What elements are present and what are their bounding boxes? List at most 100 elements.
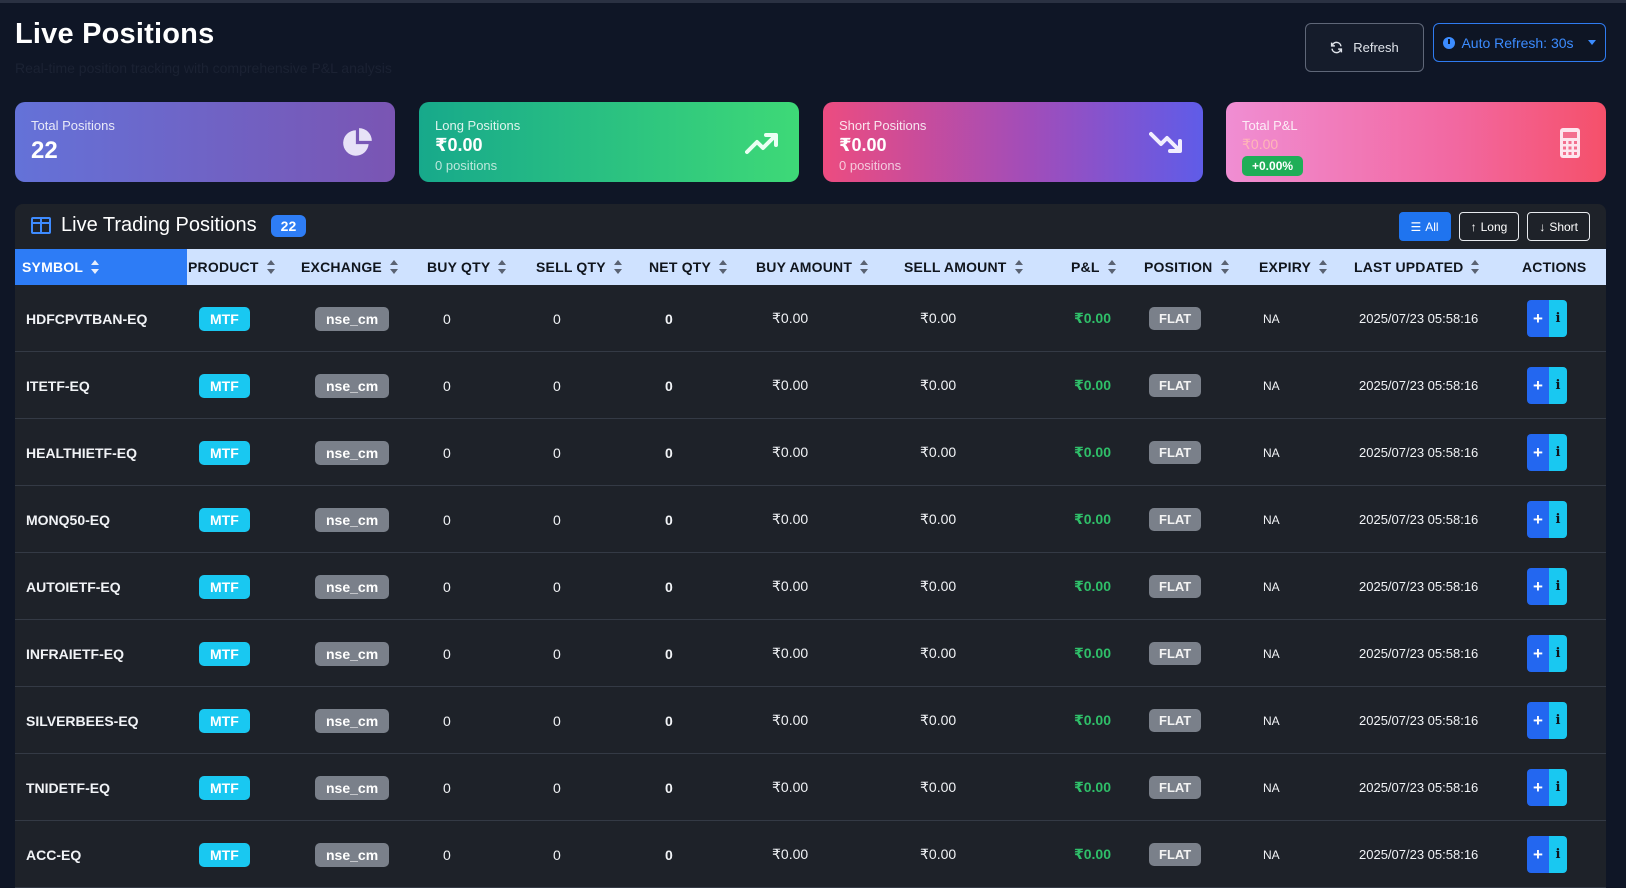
clock-icon bbox=[1443, 36, 1456, 49]
add-position-button[interactable]: + bbox=[1527, 434, 1549, 471]
info-button[interactable]: i bbox=[1549, 702, 1567, 739]
exchange-cell: nse_cm bbox=[315, 419, 390, 486]
column-header-position[interactable]: POSITION bbox=[1144, 249, 1229, 285]
column-label: SYMBOL bbox=[22, 259, 84, 275]
position-cell: FLAT bbox=[1149, 352, 1202, 419]
product-badge: MTF bbox=[199, 306, 250, 331]
symbol-cell: INFRAIETF-EQ bbox=[26, 620, 124, 687]
auto-refresh-dropdown[interactable]: Auto Refresh: 30s bbox=[1433, 23, 1606, 62]
info-button[interactable]: i bbox=[1549, 367, 1567, 404]
table-row[interactable]: SILVERBEES-EQ MTF nse_cm 0 0 0 ₹0.00 ₹0.… bbox=[15, 687, 1606, 754]
column-header-sell-amount[interactable]: SELL AMOUNT bbox=[904, 249, 1023, 285]
expiry-cell: NA bbox=[1263, 620, 1280, 687]
column-header-last-updated[interactable]: LAST UPDATED bbox=[1354, 249, 1480, 285]
column-header-net-qty[interactable]: NET QTY bbox=[649, 249, 728, 285]
expiry-cell: NA bbox=[1263, 486, 1280, 553]
add-position-button[interactable]: + bbox=[1527, 836, 1549, 873]
position-badge: FLAT bbox=[1149, 374, 1202, 397]
buy-qty-cell: 0 bbox=[443, 352, 451, 419]
column-header-exchange[interactable]: EXCHANGE bbox=[301, 249, 398, 285]
pnl-cell: ₹0.00 bbox=[1074, 285, 1111, 352]
table-row[interactable]: INFRAIETF-EQ MTF nse_cm 0 0 0 ₹0.00 ₹0.0… bbox=[15, 620, 1606, 687]
filter-long-button[interactable]: ↑ Long bbox=[1458, 212, 1520, 241]
add-position-button[interactable]: + bbox=[1527, 568, 1549, 605]
refresh-button[interactable]: Refresh bbox=[1305, 23, 1424, 72]
symbol-cell: AUTOIETF-EQ bbox=[26, 553, 121, 620]
symbol-cell: HEALTHIETF-EQ bbox=[26, 419, 137, 486]
buy-amount-cell: ₹0.00 bbox=[772, 687, 808, 754]
symbol-text: MONQ50-EQ bbox=[26, 511, 111, 528]
sell-qty-cell: 0 bbox=[553, 553, 561, 620]
add-position-button[interactable]: + bbox=[1527, 300, 1549, 337]
product-cell: MTF bbox=[199, 687, 250, 754]
info-button[interactable]: i bbox=[1549, 836, 1567, 873]
column-header-product[interactable]: PRODUCT bbox=[188, 249, 275, 285]
sell-qty-value: 0 bbox=[553, 712, 561, 729]
card-subtext: 0 positions bbox=[839, 158, 902, 173]
info-icon: i bbox=[1555, 713, 1561, 728]
info-button[interactable]: i bbox=[1549, 434, 1567, 471]
info-button[interactable]: i bbox=[1549, 300, 1567, 337]
sell-amount-value: ₹0.00 bbox=[920, 310, 957, 326]
info-button[interactable]: i bbox=[1549, 501, 1567, 538]
position-filters: ☰ All ↑ Long ↓ Short bbox=[1398, 212, 1590, 241]
table-row[interactable]: AUTOIETF-EQ MTF nse_cm 0 0 0 ₹0.00 ₹0.00… bbox=[15, 553, 1606, 620]
pnl-cell: ₹0.00 bbox=[1074, 486, 1111, 553]
last-updated-value: 2025/07/23 05:58:16 bbox=[1359, 713, 1479, 728]
add-position-button[interactable]: + bbox=[1527, 702, 1549, 739]
product-cell: MTF bbox=[199, 486, 250, 553]
column-header-sell-qty[interactable]: SELL QTY bbox=[536, 249, 622, 285]
column-header-pnl[interactable]: P&L bbox=[1071, 249, 1116, 285]
add-position-button[interactable]: + bbox=[1527, 635, 1549, 672]
sell-qty-cell: 0 bbox=[553, 754, 561, 821]
last-updated-cell: 2025/07/23 05:58:16 bbox=[1359, 419, 1478, 486]
buy-amount-value: ₹0.00 bbox=[772, 712, 809, 728]
card-value: ₹0.00 bbox=[435, 135, 483, 155]
card-value: ₹0.00 bbox=[1242, 136, 1279, 152]
symbol-text: SILVERBEES-EQ bbox=[26, 712, 139, 729]
product-cell: MTF bbox=[199, 352, 250, 419]
symbol-text: INFRAIETF-EQ bbox=[26, 645, 124, 662]
info-button[interactable]: i bbox=[1549, 568, 1567, 605]
sort-icon bbox=[1471, 260, 1480, 275]
buy-amount-value: ₹0.00 bbox=[772, 377, 809, 393]
add-position-button[interactable]: + bbox=[1527, 501, 1549, 538]
column-header-symbol[interactable]: SYMBOL bbox=[15, 249, 187, 285]
calculator-icon bbox=[1560, 128, 1580, 158]
buy-qty-cell: 0 bbox=[443, 754, 451, 821]
table-row[interactable]: HDFCPVTBAN-EQ MTF nse_cm 0 0 0 ₹0.00 ₹0.… bbox=[15, 285, 1606, 352]
sell-qty-value: 0 bbox=[553, 645, 561, 662]
sort-icon bbox=[613, 260, 622, 275]
info-button[interactable]: i bbox=[1549, 635, 1567, 672]
buy-amount-cell: ₹0.00 bbox=[772, 553, 808, 620]
table-row[interactable]: ACC-EQ MTF nse_cm 0 0 0 ₹0.00 ₹0.00 ₹0.0… bbox=[15, 821, 1606, 888]
column-header-expiry[interactable]: EXPIRY bbox=[1259, 249, 1328, 285]
last-updated-value: 2025/07/23 05:58:16 bbox=[1359, 445, 1479, 460]
product-cell: MTF bbox=[199, 285, 250, 352]
table-row[interactable]: MONQ50-EQ MTF nse_cm 0 0 0 ₹0.00 ₹0.00 ₹… bbox=[15, 486, 1606, 553]
info-icon: i bbox=[1555, 311, 1561, 326]
product-badge: MTF bbox=[199, 775, 250, 800]
last-updated-cell: 2025/07/23 05:58:16 bbox=[1359, 687, 1478, 754]
buy-amount-value: ₹0.00 bbox=[772, 578, 809, 594]
product-badge: MTF bbox=[199, 507, 250, 532]
add-position-button[interactable]: + bbox=[1527, 769, 1549, 806]
expiry-value: NA bbox=[1263, 445, 1280, 460]
expiry-value: NA bbox=[1263, 646, 1280, 661]
column-label: BUY AMOUNT bbox=[756, 259, 853, 275]
last-updated-cell: 2025/07/23 05:58:16 bbox=[1359, 754, 1478, 821]
exchange-badge: nse_cm bbox=[315, 373, 390, 398]
sort-icon bbox=[719, 260, 728, 275]
column-header-buy-amount[interactable]: BUY AMOUNT bbox=[756, 249, 869, 285]
column-header-buy-qty[interactable]: BUY QTY bbox=[427, 249, 507, 285]
add-position-button[interactable]: + bbox=[1527, 367, 1549, 404]
pnl-value: ₹0.00 bbox=[1074, 377, 1111, 393]
table-row[interactable]: ITETF-EQ MTF nse_cm 0 0 0 ₹0.00 ₹0.00 ₹0… bbox=[15, 352, 1606, 419]
pnl-value: ₹0.00 bbox=[1074, 444, 1111, 460]
position-cell: FLAT bbox=[1149, 553, 1202, 620]
filter-short-button[interactable]: ↓ Short bbox=[1527, 212, 1590, 241]
table-row[interactable]: TNIDETF-EQ MTF nse_cm 0 0 0 ₹0.00 ₹0.00 … bbox=[15, 754, 1606, 821]
filter-all-button[interactable]: ☰ All bbox=[1398, 212, 1451, 241]
table-row[interactable]: HEALTHIETF-EQ MTF nse_cm 0 0 0 ₹0.00 ₹0.… bbox=[15, 419, 1606, 486]
info-button[interactable]: i bbox=[1549, 769, 1567, 806]
